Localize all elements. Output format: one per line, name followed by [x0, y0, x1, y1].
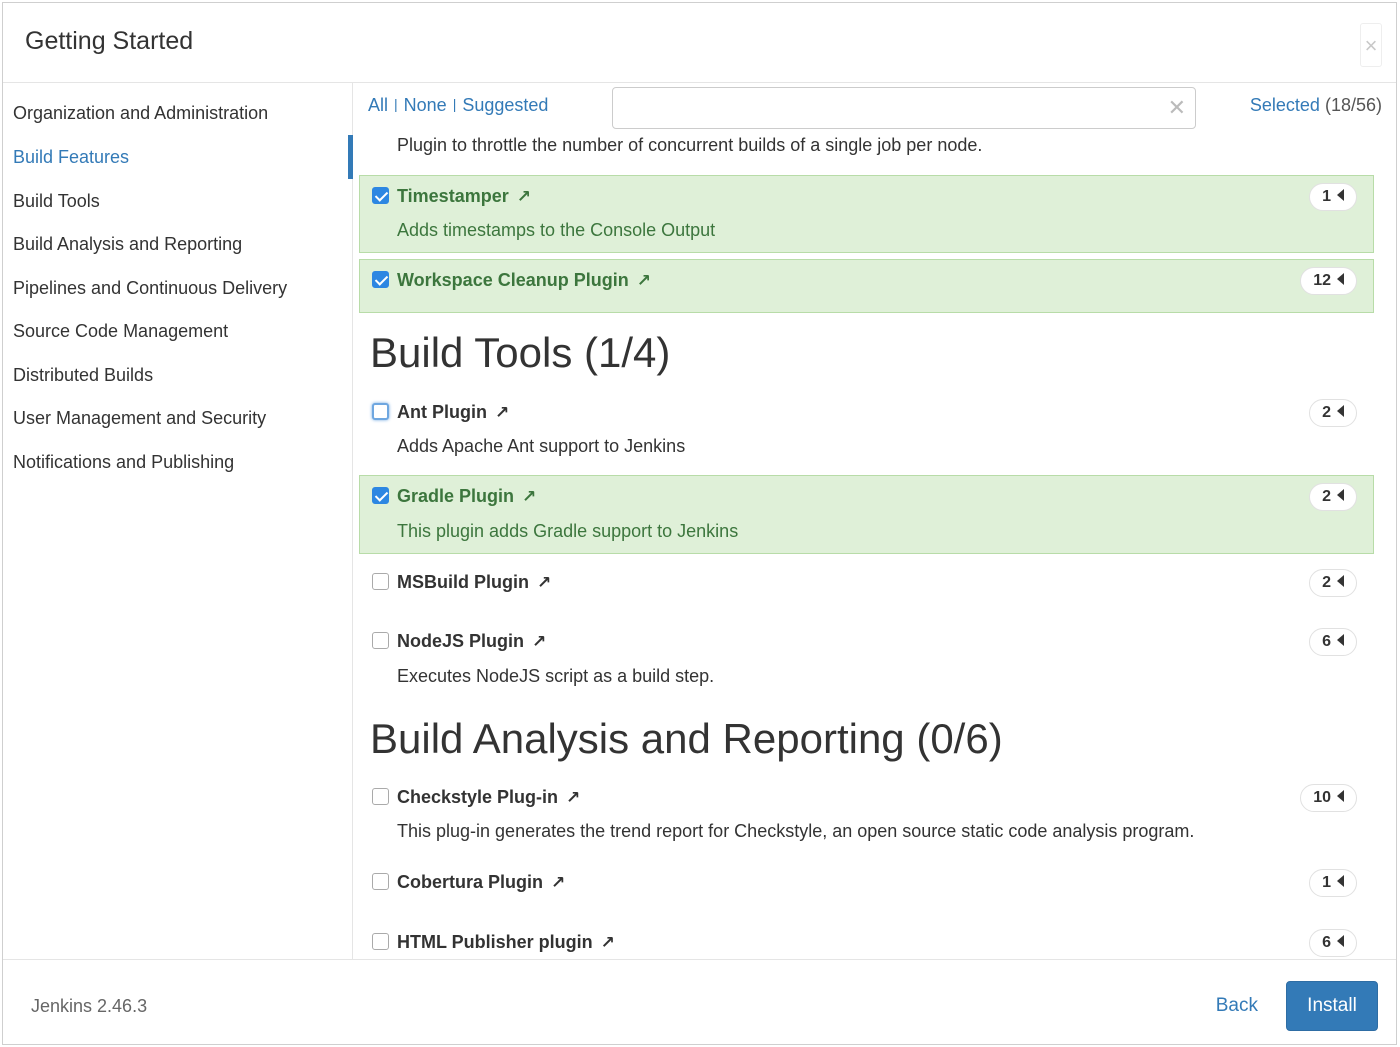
dependency-count-badge[interactable]: 1: [1309, 869, 1357, 897]
selected-count: Selected (18/56): [1250, 95, 1382, 116]
sidebar-item-organization-and-administration[interactable]: Organization and Administration: [3, 91, 353, 135]
category-sidebar: Organization and Administration Build Fe…: [3, 83, 353, 959]
install-button[interactable]: Install: [1286, 981, 1378, 1031]
plugin-name: Ant Plugin ↗: [397, 402, 510, 422]
plugin-name: Gradle Plugin ↗: [397, 486, 537, 506]
plugin-toolbar: All | None | Suggested ✕ Selected (18/56): [354, 83, 1396, 133]
plugin-checkbox[interactable]: [372, 187, 389, 204]
sidebar-item-pipelines-and-continuous-delivery[interactable]: Pipelines and Continuous Delivery: [3, 266, 353, 310]
caret-left-icon: [1337, 404, 1344, 417]
plugin-checkbox[interactable]: [372, 632, 389, 649]
caret-left-icon: [1337, 633, 1344, 646]
sidebar-item-notifications-and-publishing[interactable]: Notifications and Publishing: [3, 440, 353, 484]
selected-count-value: (18/56): [1324, 95, 1382, 115]
dependency-count-badge[interactable]: 2: [1309, 483, 1357, 511]
sidebar-item-user-management-and-security[interactable]: User Management and Security: [3, 396, 353, 440]
external-link-icon[interactable]: ↗: [551, 873, 565, 892]
plugin-name: MSBuild Plugin ↗: [397, 572, 552, 592]
sidebar-item-distributed-builds[interactable]: Distributed Builds: [3, 353, 353, 397]
plugin-description: Adds Apache Ant support to Jenkins: [397, 436, 686, 456]
filter-none-link[interactable]: None: [404, 95, 447, 115]
external-link-icon[interactable]: ↗: [637, 271, 651, 290]
filter-separator: |: [452, 96, 457, 112]
dependency-count-badge[interactable]: 12: [1300, 267, 1357, 295]
dependency-count-badge[interactable]: 10: [1300, 784, 1357, 812]
plugin-name: Timestamper ↗: [397, 186, 531, 206]
plugin-row-timestamper[interactable]: Timestamper ↗ Adds timestamps to the Cons…: [359, 175, 1374, 253]
close-icon[interactable]: ×: [1360, 23, 1382, 67]
caret-left-icon: [1337, 934, 1344, 947]
filter-all-link[interactable]: All: [368, 95, 388, 115]
external-link-icon[interactable]: ↗: [537, 573, 551, 592]
dependency-count-badge[interactable]: 1: [1309, 183, 1357, 211]
caret-left-icon: [1337, 488, 1344, 501]
filter-suggested-link[interactable]: Suggested: [462, 95, 548, 115]
caret-left-icon: [1337, 789, 1344, 802]
plugin-checkbox[interactable]: [372, 788, 389, 805]
plugin-checkbox[interactable]: [372, 403, 389, 420]
external-link-icon[interactable]: ↗: [522, 487, 536, 506]
plugin-name: NodeJS Plugin ↗: [397, 631, 547, 651]
plugin-list: Plugin to throttle the number of concurr…: [354, 133, 1398, 959]
plugin-checkbox[interactable]: [372, 573, 389, 590]
plugin-row-html-publisher[interactable]: HTML Publisher plugin ↗ 6: [359, 921, 1374, 959]
plugin-description: This plug-in generates the trend report …: [397, 821, 1195, 841]
plugin-row-msbuild[interactable]: MSBuild Plugin ↗ 2: [359, 561, 1374, 611]
plugin-row-cobertura[interactable]: Cobertura Plugin ↗ 1: [359, 861, 1374, 911]
caret-left-icon: [1337, 272, 1344, 285]
external-link-icon[interactable]: ↗: [566, 788, 580, 807]
selected-link[interactable]: Selected: [1250, 95, 1320, 115]
jenkins-version: Jenkins 2.46.3: [31, 996, 148, 1016]
plugin-checkbox[interactable]: [372, 873, 389, 890]
plugin-search-input[interactable]: [612, 87, 1196, 129]
plugin-row-workspace-cleanup[interactable]: Workspace Cleanup Plugin ↗ 12: [359, 259, 1374, 313]
dependency-count-badge[interactable]: 2: [1309, 569, 1357, 597]
sidebar-item-build-tools[interactable]: Build Tools: [3, 179, 353, 223]
plugin-checkbox[interactable]: [372, 487, 389, 504]
plugin-row-ant[interactable]: Ant Plugin ↗ Adds Apache Ant support to J…: [359, 391, 1374, 461]
plugin-description: Plugin to throttle the number of concurr…: [397, 135, 983, 155]
filter-separator: |: [394, 96, 398, 112]
external-link-icon[interactable]: ↗: [601, 933, 615, 952]
external-link-icon[interactable]: ↗: [495, 403, 509, 422]
filter-links: All | None | Suggested: [368, 95, 548, 116]
section-title-build-analysis-and-reporting: Build Analysis and Reporting (0/6): [370, 715, 1003, 762]
back-button[interactable]: Back: [1216, 995, 1258, 1017]
sidebar-item-build-analysis-and-reporting[interactable]: Build Analysis and Reporting: [3, 222, 353, 266]
caret-left-icon: [1337, 188, 1344, 201]
section-title-build-tools: Build Tools (1/4): [370, 329, 671, 376]
caret-left-icon: [1337, 874, 1344, 887]
dependency-count-badge[interactable]: 6: [1309, 929, 1357, 957]
plugin-row-nodejs[interactable]: NodeJS Plugin ↗ Executes NodeJS script as…: [359, 620, 1374, 692]
plugin-checkbox[interactable]: [372, 933, 389, 950]
dialog-header: Getting Started ×: [3, 3, 1396, 83]
external-link-icon[interactable]: ↗: [532, 632, 546, 651]
plugin-row-gradle[interactable]: Gradle Plugin ↗ This plugin adds Gradle s…: [359, 475, 1374, 554]
plugin-checkbox[interactable]: [372, 271, 389, 288]
plugin-description: Executes NodeJS script as a build step.: [397, 666, 715, 686]
plugin-row-checkstyle[interactable]: Checkstyle Plug-in ↗ This plug-in generat…: [359, 776, 1374, 848]
caret-left-icon: [1337, 574, 1344, 587]
plugin-name: HTML Publisher plugin ↗: [397, 932, 615, 952]
plugin-name: Cobertura Plugin ↗: [397, 872, 566, 892]
dependency-count-badge[interactable]: 6: [1309, 628, 1357, 656]
dialog-title: Getting Started: [25, 27, 194, 55]
external-link-icon[interactable]: ↗: [517, 187, 531, 206]
getting-started-dialog: Getting Started × Organization and Admin…: [2, 2, 1397, 1045]
dependency-count-badge[interactable]: 2: [1309, 399, 1357, 427]
plugin-description: Adds timestamps to the Console Output: [397, 220, 716, 240]
dialog-footer: Jenkins 2.46.3 Back Install: [3, 959, 1396, 1046]
sidebar-item-source-code-management[interactable]: Source Code Management: [3, 309, 353, 353]
plugin-name: Workspace Cleanup Plugin ↗: [397, 270, 651, 290]
plugin-description: This plugin adds Gradle support to Jenki…: [397, 521, 739, 541]
sidebar-item-build-features[interactable]: Build Features: [3, 135, 353, 179]
plugin-name: Checkstyle Plug-in ↗: [397, 787, 581, 807]
